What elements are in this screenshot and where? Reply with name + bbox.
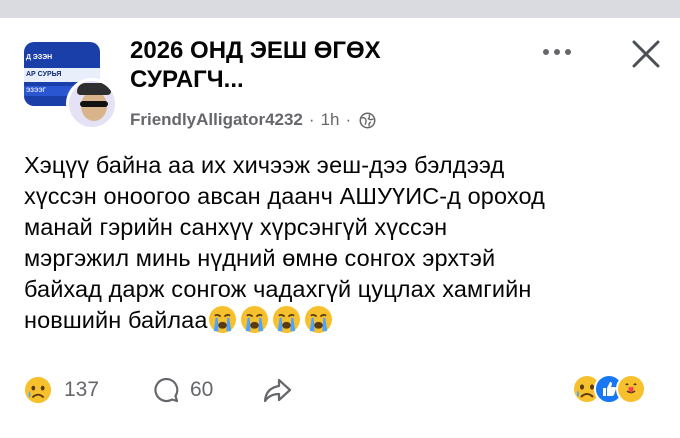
post-line-3: манай гэрийн санхүү хүрсэнгүй хүссэн [24,214,448,240]
post-meta: FriendlyAlligator4232 · 1h · [130,109,376,131]
sad-face-icon [24,376,52,404]
top-strip [0,0,680,18]
more-options-icon[interactable] [540,42,574,62]
post-line-1: Хэцүү байна аа их хичээж эеш-дээ бэлдээд [24,152,505,178]
crying-face-emoji [304,305,332,334]
post-body: Хэцүү байна аа их хичээж эеш-дээ бэлдээд… [24,150,664,336]
comment-count: 60 [190,378,214,401]
emoji-row [208,305,336,334]
post-line-4: мэргэжил минь нүдний өмнө сонгох эрхтэй [24,245,496,271]
crying-face-emoji [208,305,236,334]
thumb-text-1: Д ЭЗЭН [26,54,53,61]
reaction-button[interactable]: 137 [24,376,99,404]
care-icon [616,374,646,404]
post-line-2: хүссэн оноогоо авсан даанч АШУҮИС-д орох… [24,183,545,209]
crying-face-emoji [240,305,268,334]
avatar[interactable] [66,78,118,130]
post-line-5: байхад дарж сонгож чадахгүй цуцлах хамги… [24,276,532,302]
comment-icon [154,377,179,403]
post-line-6-wrap: новшийн байлаа [24,305,664,336]
group-title[interactable]: 2026 ОНД ЭЕШ ӨГӨХ СУРАГЧ... [130,36,450,94]
reaction-count: 137 [64,378,100,401]
close-icon[interactable] [628,36,664,72]
group-title-line-2: СУРАГЧ... [130,66,244,93]
reaction-summary[interactable] [572,374,646,406]
share-button[interactable] [262,376,292,404]
share-icon [263,378,292,403]
post-time[interactable]: 1h [321,110,340,130]
meta-separator-2: · [345,110,352,129]
thumb-text-3: ЭЗЭЭГ [26,88,46,94]
thumb-text-2: АР СУРЬЯ [26,71,62,78]
author-name[interactable]: FriendlyAlligator4232 [130,110,303,130]
crying-face-emoji [272,305,300,334]
group-title-line-1: 2026 ОНД ЭЕШ ӨГӨХ [130,37,381,64]
post-header: Д ЭЗЭН АР СУРЬЯ ЭЗЭЭГ 2026 ОНД ЭЕШ ӨГӨХ … [24,36,664,136]
comment-button[interactable]: 60 [152,376,213,404]
avatar-hat [77,83,111,95]
post-footer: 137 60 [24,370,664,410]
meta-separator: · [308,110,315,129]
avatar-sunglasses [80,101,108,107]
globe-icon [359,112,376,128]
post-line-6: новшийн байлаа [24,307,208,333]
